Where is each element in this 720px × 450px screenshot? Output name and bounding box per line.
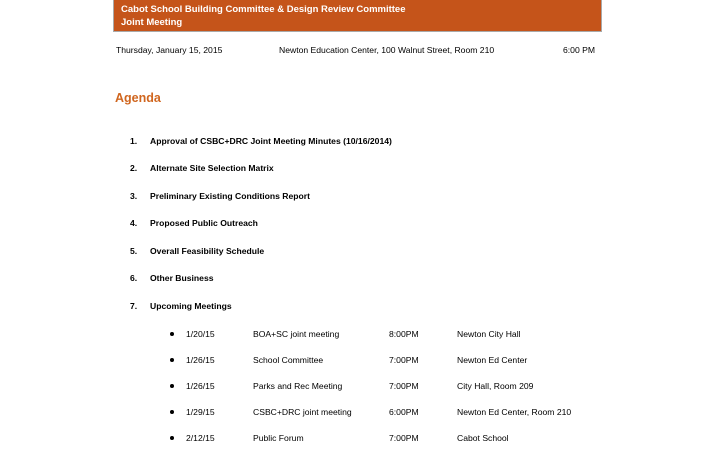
meeting-row: 2/12/15 Public Forum 7:00PM Cabot School xyxy=(0,433,720,447)
meeting-row: 1/29/15 CSBC+DRC joint meeting 6:00PM Ne… xyxy=(0,407,720,421)
meeting-row-place: Cabot School xyxy=(457,433,509,443)
meeting-row-place: Newton Ed Center, Room 210 xyxy=(457,407,572,417)
meeting-row-time: 7:00PM xyxy=(389,381,419,391)
meeting-row-date: 1/26/15 xyxy=(186,381,215,391)
bullet-icon xyxy=(170,410,174,414)
meeting-row-time: 7:00PM xyxy=(389,433,419,443)
meeting-row-place: Newton City Hall xyxy=(457,329,521,339)
bullet-icon xyxy=(170,358,174,362)
meeting-row-time: 7:00PM xyxy=(389,355,419,365)
meeting-row-date: 1/20/15 xyxy=(186,329,215,339)
bullet-icon xyxy=(170,384,174,388)
meeting-row-event: Public Forum xyxy=(253,433,304,443)
bullet-icon xyxy=(170,332,174,336)
meeting-row-date: 1/29/15 xyxy=(186,407,215,417)
meeting-row-date: 2/12/15 xyxy=(186,433,215,443)
meeting-row: 1/26/15 School Committee 7:00PM Newton E… xyxy=(0,355,720,369)
meeting-row: 1/26/15 Parks and Rec Meeting 7:00PM Cit… xyxy=(0,381,720,395)
meeting-row-event: School Committee xyxy=(253,355,324,365)
meeting-row-event: BOA+SC joint meeting xyxy=(253,329,340,339)
meeting-row-date: 1/26/15 xyxy=(186,355,215,365)
meeting-row: 1/20/15 BOA+SC joint meeting 8:00PM Newt… xyxy=(0,329,720,343)
bullet-icon xyxy=(170,436,174,440)
meeting-row-place: Newton Ed Center xyxy=(457,355,528,365)
meeting-row-time: 8:00PM xyxy=(389,329,419,339)
meeting-row-event: Parks and Rec Meeting xyxy=(253,381,343,391)
meeting-row-time: 6:00PM xyxy=(389,407,419,417)
meeting-row-place: City Hall, Room 209 xyxy=(457,381,534,391)
upcoming-meetings-list: 1/20/15 BOA+SC joint meeting 8:00PM Newt… xyxy=(0,0,720,450)
meeting-row-event: CSBC+DRC joint meeting xyxy=(253,407,352,417)
